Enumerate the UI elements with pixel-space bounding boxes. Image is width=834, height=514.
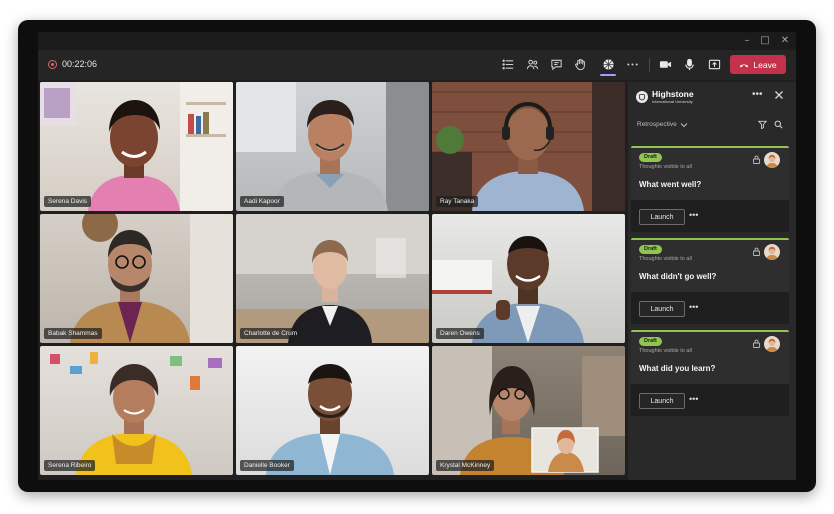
- avatar: [764, 152, 780, 168]
- chevron-down-icon[interactable]: [680, 121, 688, 129]
- leave-label: Leave: [753, 59, 777, 70]
- draft-badge: Draft: [639, 337, 662, 346]
- panel-close-icon[interactable]: [774, 90, 784, 100]
- chat-icon[interactable]: [546, 54, 566, 74]
- lock-icon: [753, 339, 760, 348]
- participant-video: [432, 236, 584, 343]
- participant-video: [432, 82, 625, 211]
- brand-title: Highstone: [652, 89, 694, 99]
- video-grid: Serena Davis Aadi Kapoor Ray Tanaka Baba…: [40, 82, 625, 477]
- participant-video: [266, 364, 394, 475]
- avatar: [764, 244, 780, 260]
- retrospective-dropdown[interactable]: Retrospective: [637, 121, 677, 128]
- participant-name: Krystal McKinney: [436, 460, 495, 471]
- filter-row: Retrospective: [628, 118, 796, 134]
- brand-subtitle: International University: [652, 99, 693, 104]
- question-card: Draft Thoughts visible to all What did y…: [631, 330, 789, 416]
- teams-meeting-window: – □ ✕ 00:22:06 Leave Serena Davis Aadi K…: [38, 32, 796, 480]
- meeting-timer: 00:22:06: [62, 59, 98, 69]
- question-card: Draft Thoughts visible to all What went …: [631, 146, 789, 232]
- participant-video: [40, 82, 233, 211]
- video-tile[interactable]: Serena Davis: [40, 82, 233, 211]
- draft-badge: Draft: [639, 245, 662, 254]
- people-icon[interactable]: [522, 54, 542, 74]
- retrospective-panel: Highstone International University ••• R…: [628, 82, 796, 480]
- question-text: What went well?: [639, 180, 702, 189]
- camera-icon[interactable]: [655, 54, 675, 74]
- video-tile[interactable]: Danielle Booker: [236, 346, 429, 475]
- participant-video: [50, 352, 222, 475]
- participant-video: [236, 82, 429, 211]
- maximize-icon[interactable]: □: [758, 34, 772, 48]
- video-tile[interactable]: Daren Owens: [432, 214, 625, 343]
- participant-video: [432, 346, 625, 475]
- participant-name: Serena Davis: [44, 196, 92, 207]
- card-more-icon[interactable]: •••: [689, 395, 698, 404]
- university-logo-icon: [636, 91, 648, 103]
- avatar: [764, 336, 780, 352]
- recording-icon: [48, 60, 57, 69]
- list-icon[interactable]: [498, 54, 518, 74]
- video-tile[interactable]: Babak Shammas: [40, 214, 233, 343]
- panel-header: Highstone International University •••: [628, 82, 796, 110]
- visibility-text: Thoughts visible to all: [639, 256, 692, 262]
- launch-button[interactable]: Launch: [639, 393, 685, 409]
- participant-name: Serena Ribeiro: [44, 460, 96, 471]
- participant-video: [236, 214, 429, 343]
- share-icon[interactable]: [704, 54, 724, 74]
- visibility-text: Thoughts visible to all: [639, 164, 692, 170]
- participant-name: Babak Shammas: [44, 328, 102, 339]
- video-tile[interactable]: Serena Ribeiro: [40, 346, 233, 475]
- lock-icon: [753, 155, 760, 164]
- participant-name: Aadi Kapoor: [240, 196, 284, 207]
- card-more-icon[interactable]: •••: [689, 211, 698, 220]
- more-icon[interactable]: [622, 54, 642, 74]
- window-title-bar: – □ ✕: [38, 32, 796, 50]
- panel-more-icon[interactable]: •••: [752, 90, 763, 100]
- visibility-text: Thoughts visible to all: [639, 348, 692, 354]
- video-tile[interactable]: Ray Tanaka: [432, 82, 625, 211]
- filter-icon[interactable]: [758, 120, 767, 129]
- participant-name: Charlotte de Crum: [240, 328, 302, 339]
- video-tile[interactable]: Krystal McKinney: [432, 346, 625, 475]
- apps-icon[interactable]: [598, 54, 618, 76]
- meeting-toolbar: 00:22:06 Leave: [38, 50, 796, 80]
- raise-hand-icon[interactable]: [570, 54, 590, 74]
- phone-icon: [740, 63, 749, 67]
- participant-video: [70, 214, 233, 343]
- participant-name: Danielle Booker: [240, 460, 294, 471]
- card-more-icon[interactable]: •••: [689, 303, 698, 312]
- launch-button[interactable]: Launch: [639, 301, 685, 317]
- video-tile[interactable]: Aadi Kapoor: [236, 82, 429, 211]
- launch-button[interactable]: Launch: [639, 209, 685, 225]
- leave-button[interactable]: Leave: [730, 55, 786, 74]
- question-text: What did you learn?: [639, 364, 716, 373]
- search-icon[interactable]: [774, 120, 783, 129]
- minimize-icon[interactable]: –: [740, 34, 754, 48]
- toolbar-divider: [649, 58, 650, 72]
- question-card: Draft Thoughts visible to all What didn'…: [631, 238, 789, 324]
- participant-name: Daren Owens: [436, 328, 484, 339]
- close-window-icon[interactable]: ✕: [778, 34, 792, 48]
- question-text: What didn't go well?: [639, 272, 717, 281]
- microphone-icon[interactable]: [679, 54, 699, 74]
- participant-name: Ray Tanaka: [436, 196, 479, 207]
- lock-icon: [753, 247, 760, 256]
- draft-badge: Draft: [639, 153, 662, 162]
- video-tile[interactable]: Charlotte de Crum: [236, 214, 429, 343]
